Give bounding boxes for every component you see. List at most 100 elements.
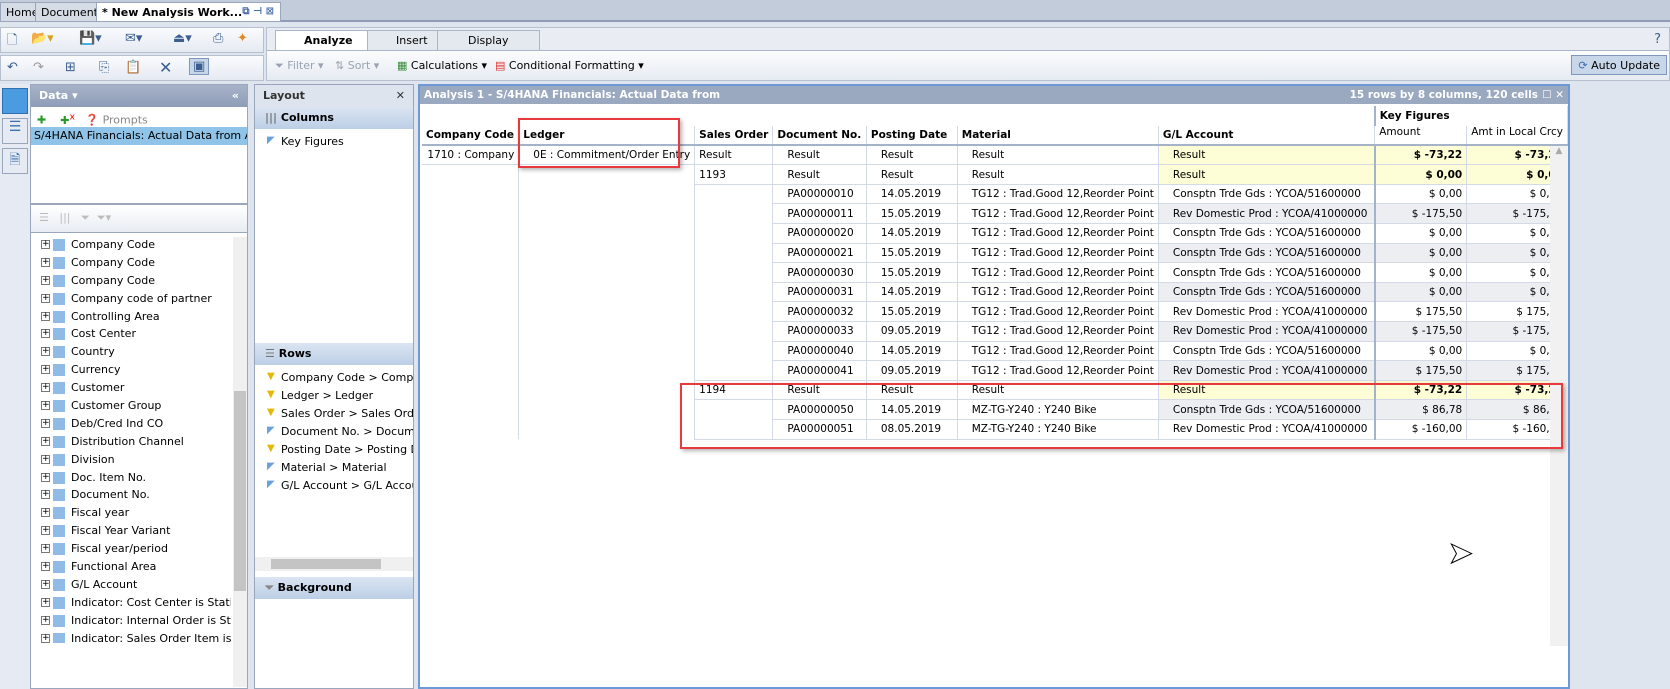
table-cell[interactable]: TG12 : Trad.Good 12,Reorder Point bbox=[957, 341, 1159, 362]
expand-icon[interactable]: + bbox=[41, 454, 50, 464]
table-cell[interactable]: 15.05.2019 bbox=[866, 301, 958, 323]
remove-source-icon[interactable]: ✚x bbox=[60, 111, 75, 127]
row-item[interactable]: ▼ Ledger > Ledger bbox=[255, 387, 413, 405]
table-cell[interactable] bbox=[422, 203, 520, 224]
mail-icon[interactable]: ✉▾ bbox=[125, 31, 142, 46]
table-cell[interactable]: PA00000031 bbox=[772, 282, 867, 303]
table-cell[interactable]: $ -175,50 bbox=[1373, 203, 1468, 225]
table-cell[interactable]: Consptn Trde Gds : YCOA/51600000 bbox=[1158, 341, 1376, 362]
table-cell[interactable]: 14.05.2019 bbox=[866, 282, 958, 303]
expand-icon[interactable]: + bbox=[41, 240, 50, 249]
print-icon[interactable]: ⎙ bbox=[213, 31, 223, 46]
table-cell[interactable]: Result bbox=[772, 145, 867, 166]
table-cell[interactable]: Result bbox=[1158, 164, 1376, 185]
field-tree-item[interactable]: + Document No. bbox=[31, 487, 231, 505]
data-cube-icon[interactable] bbox=[2, 88, 28, 114]
table-cell[interactable]: TG12 : Trad.Good 12,Reorder Point bbox=[957, 184, 1159, 205]
prompts-button[interactable]: ❓ Prompts bbox=[85, 114, 147, 127]
expand-icon[interactable]: + bbox=[41, 401, 50, 411]
row-item[interactable]: ▼Company Code > Company Code bbox=[255, 369, 413, 387]
table-cell[interactable]: TG12 : Trad.Good 12,Reorder Point bbox=[957, 360, 1159, 381]
table-cell[interactable]: Result bbox=[694, 145, 774, 166]
table-cell[interactable]: Consptn Trde Gds : YCOA/51600000 bbox=[1158, 243, 1376, 264]
table-cell[interactable] bbox=[694, 341, 774, 361]
table-cell[interactable]: $ 0,00 bbox=[1373, 243, 1468, 264]
table-cell[interactable]: PA00000032 bbox=[772, 301, 867, 323]
expand-icon[interactable]: + bbox=[41, 311, 50, 321]
field-tree-item[interactable]: +Indicator: Cost Center is Statistical bbox=[31, 595, 231, 613]
table-cell[interactable]: Result bbox=[1158, 145, 1376, 166]
row-item[interactable]: ▼ Sales Order > Sales Order bbox=[255, 405, 413, 423]
table-cell[interactable] bbox=[694, 282, 774, 302]
table-cell[interactable]: 14.05.2019 bbox=[866, 341, 958, 362]
table-cell[interactable]: Rev Domestic Prod : YCOA/41000000 bbox=[1158, 321, 1376, 342]
field-tree-item[interactable]: + Customer Group bbox=[31, 398, 231, 416]
calculations-button[interactable]: ▦ Calculations ▾ bbox=[397, 59, 487, 72]
table-cell[interactable]: TG12 : Trad.Good 12,Reorder Point bbox=[957, 321, 1159, 342]
table-cell[interactable]: PA00000040 bbox=[772, 341, 867, 362]
field-tree-item[interactable]: +Indicator: Internal Order is Statistic bbox=[31, 613, 231, 631]
table-cell[interactable] bbox=[422, 341, 520, 361]
tab-analysis-workspace[interactable]: * New Analysis Work... ⧉ ⊣ ⊠ bbox=[96, 2, 281, 22]
column-header[interactable]: Posting Date bbox=[866, 125, 958, 147]
field-tree-item[interactable]: + G/L Account bbox=[31, 577, 231, 595]
expand-icon[interactable]: + bbox=[41, 365, 50, 375]
table-cell[interactable] bbox=[518, 360, 696, 381]
open-folder-icon[interactable]: 📂▾ bbox=[31, 31, 54, 46]
expand-icon[interactable]: + bbox=[41, 508, 50, 518]
table-cell[interactable] bbox=[518, 399, 696, 420]
column-header[interactable]: Amt in Local Crcy bbox=[1466, 125, 1568, 147]
table-cell[interactable] bbox=[422, 321, 520, 342]
tab-analyze[interactable]: Analyze bbox=[275, 30, 382, 50]
expand-icon[interactable]: + bbox=[41, 436, 50, 446]
expand-icon[interactable]: + bbox=[41, 544, 50, 554]
table-cell[interactable]: PA00000030 bbox=[772, 262, 867, 283]
redo-icon[interactable]: ↷ bbox=[33, 60, 44, 75]
layout-toggle-icon[interactable]: ▣ bbox=[189, 58, 210, 75]
table-cell[interactable]: Result bbox=[866, 164, 958, 185]
column-header[interactable]: Company Code bbox=[422, 125, 520, 147]
expand-icon[interactable]: + bbox=[41, 597, 50, 607]
table-cell[interactable]: $ 175,50 bbox=[1373, 360, 1468, 381]
paste-icon[interactable]: 📋 bbox=[125, 60, 141, 75]
table-cell[interactable]: PA00000011 bbox=[772, 203, 867, 225]
table-cell[interactable]: Result bbox=[957, 164, 1159, 185]
table-cell[interactable]: 1193 bbox=[694, 164, 774, 185]
table-cell[interactable]: 15.05.2019 bbox=[866, 243, 958, 264]
table-cell[interactable]: Consptn Trde Gds : YCOA/51600000 bbox=[1158, 262, 1376, 283]
table-cell[interactable]: PA00000021 bbox=[772, 243, 867, 264]
add-to-filter-icon[interactable]: ⏷ bbox=[81, 211, 90, 224]
table-cell[interactable]: $ 0,00 bbox=[1373, 341, 1468, 362]
table-cell[interactable]: 14.05.2019 bbox=[866, 184, 958, 205]
expand-icon[interactable]: + bbox=[41, 293, 50, 303]
table-cell[interactable] bbox=[518, 321, 696, 342]
field-tree-item[interactable]: + Fiscal year bbox=[31, 505, 231, 523]
table-cell[interactable]: $ -175,50 bbox=[1373, 321, 1468, 342]
conditional-formatting-button[interactable]: ▤ Conditional Formatting ▾ bbox=[495, 59, 644, 72]
expand-icon[interactable]: + bbox=[41, 490, 50, 500]
field-tree-item[interactable]: + Functional Area bbox=[31, 559, 231, 577]
table-cell[interactable]: Consptn Trde Gds : YCOA/51600000 bbox=[1158, 223, 1376, 244]
expand-icon[interactable]: + bbox=[41, 615, 50, 625]
table-cell[interactable]: $ -73,22 bbox=[1373, 145, 1468, 166]
table-cell[interactable] bbox=[518, 301, 696, 322]
data-source-item[interactable]: S/4HANA Financials: Actual Data from ACD… bbox=[31, 127, 247, 145]
collapse-icon[interactable]: « bbox=[232, 89, 239, 102]
document-icon[interactable]: 🗎 bbox=[2, 148, 28, 174]
new-document-icon[interactable]: 🗋 bbox=[7, 31, 17, 53]
expand-icon[interactable]: + bbox=[41, 275, 50, 285]
field-tree-item[interactable]: + Company Code bbox=[31, 237, 231, 255]
table-cell[interactable] bbox=[518, 341, 696, 361]
add-source-icon[interactable]: ✚ bbox=[37, 114, 46, 127]
column-header[interactable]: Amount bbox=[1374, 125, 1468, 147]
field-tree-item[interactable]: + Currency bbox=[31, 362, 231, 380]
expand-icon[interactable]: + bbox=[41, 418, 50, 428]
table-cell[interactable]: TG12 : Trad.Good 12,Reorder Point bbox=[957, 282, 1159, 303]
expand-icon[interactable]: + bbox=[41, 329, 50, 339]
scroll-up-icon[interactable]: ▲ bbox=[1550, 146, 1568, 156]
field-tree-item[interactable]: + Fiscal year/period bbox=[31, 541, 231, 559]
table-cell[interactable] bbox=[518, 419, 696, 440]
add-to-columns-icon[interactable]: ||| bbox=[59, 211, 70, 224]
table-cell[interactable]: $ 0,00 bbox=[1373, 184, 1468, 205]
table-cell[interactable] bbox=[518, 223, 696, 244]
